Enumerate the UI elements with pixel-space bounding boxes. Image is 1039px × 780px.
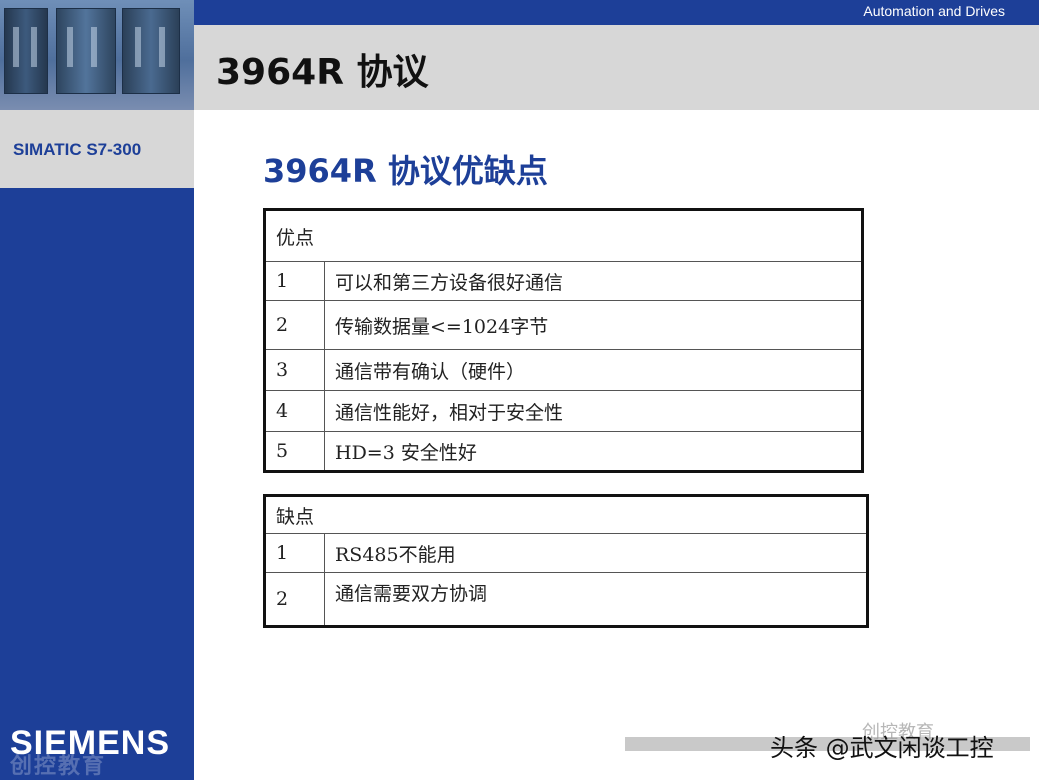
row-text: 传输数据量<=1024字节 [324, 300, 863, 350]
logo-watermark: 创控教育 [10, 754, 107, 779]
row-number: 2 [264, 300, 325, 350]
table-header-row: 缺点 [264, 495, 868, 534]
table-row: 3 通信带有确认（硬件） [264, 349, 863, 391]
disadvantages-table: 缺点 1 RS485不能用 2 通信需要双方协调 [263, 494, 869, 628]
watermark-text: 头条 @武文闲谈工控 [770, 734, 994, 762]
product-label: SIMATIC S7-300 [13, 140, 142, 159]
title-bar: 3964R 协议 [194, 25, 1039, 110]
table-row: 1 RS485不能用 [264, 533, 868, 573]
product-image [0, 0, 194, 110]
row-text: HD=3 安全性好 [324, 431, 863, 472]
plc-module-image [122, 8, 180, 94]
row-number: 2 [264, 572, 325, 627]
plc-module-image [4, 8, 48, 94]
table-header-row: 优点 [264, 209, 863, 262]
disadvantages-header: 缺点 [264, 495, 868, 534]
sidebar-product-box: SIMATIC S7-300 [0, 110, 194, 188]
brand-tagline: Automation and Drives [863, 3, 1005, 19]
row-number: 3 [264, 349, 325, 391]
row-text: 通信需要双方协调 [324, 572, 868, 627]
sidebar-panel [0, 188, 194, 780]
row-text: 通信性能好，相对于安全性 [324, 390, 863, 432]
table-row: 1 可以和第三方设备很好通信 [264, 261, 863, 301]
top-brand-bar: Automation and Drives [194, 0, 1039, 25]
row-number: 5 [264, 431, 325, 472]
row-text: 通信带有确认（硬件） [324, 349, 863, 391]
section-heading: 3964R 协议优缺点 [263, 152, 548, 190]
row-number: 1 [264, 261, 325, 301]
row-text: RS485不能用 [324, 533, 868, 573]
table-row: 5 HD=3 安全性好 [264, 431, 863, 472]
table-row: 4 通信性能好，相对于安全性 [264, 390, 863, 432]
table-row: 2 通信需要双方协调 [264, 572, 868, 627]
slide-title: 3964R 协议 [216, 52, 429, 93]
advantages-header: 优点 [264, 209, 863, 262]
advantages-table: 优点 1 可以和第三方设备很好通信 2 传输数据量<=1024字节 3 通信带有… [263, 208, 864, 473]
row-number: 1 [264, 533, 325, 573]
row-text: 可以和第三方设备很好通信 [324, 261, 863, 301]
table-row: 2 传输数据量<=1024字节 [264, 300, 863, 350]
plc-module-image [56, 8, 116, 94]
row-number: 4 [264, 390, 325, 432]
